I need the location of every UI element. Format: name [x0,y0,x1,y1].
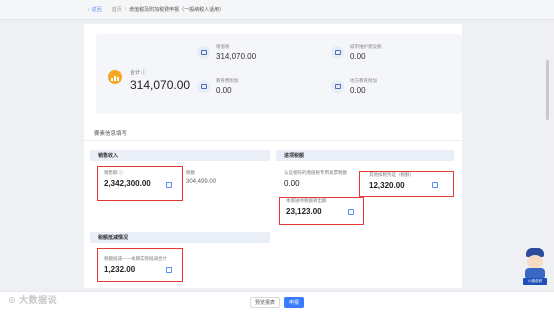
bar-chart-icon [108,70,122,84]
field-value: 304,499.00 [186,179,217,185]
field-label: 税额 [186,170,195,175]
section-title: 要素信息填写 [94,131,128,137]
summary-card: 合计 ⓘ 314,070.00 增值税 314,070.00 城市维护建设税 0… [96,34,462,114]
breadcrumb-current: 增值税及附加税费申报（一般纳税人适用） [129,7,225,13]
field-sales-tax: 税额 304,499.00 [186,170,216,185]
summary-item-education-fee: 教育费附加 0.00 [197,78,239,95]
tax-summary-panel: 合计 ⓘ 314,070.00 增值税 314,070.00 城市维护建设税 0… [84,24,462,120]
group-header-input-tax: 进项税额 [276,150,454,161]
building-icon [331,46,344,59]
total-label: 合计 ⓘ [130,70,147,76]
summary-item-label: 地方教育附加 [350,78,377,83]
summary-item-label: 城市维护建设税 [350,44,382,49]
chevron-left-icon: ‹ [88,6,90,13]
highlight-box-tax-reduction [97,248,183,282]
divider [84,140,462,141]
info-icon[interactable]: ⓘ [141,70,146,76]
highlight-box-transfer-out [279,197,364,225]
mascot-label: 小康说税 [523,278,547,285]
breadcrumb-separator: / [124,6,127,13]
watermark: ⊙ 大数据说 [8,295,58,305]
field-label: 认证相符的增值税专用发票税额 [284,170,347,175]
back-label: 返回 [91,7,102,13]
total-value: 314,070.00 [130,78,191,92]
breadcrumb-home[interactable]: 首页 [112,6,122,13]
submit-declaration-button[interactable]: 申报 [284,297,304,308]
summary-item-value: 0.00 [216,86,232,95]
highlight-box-other-deduction [359,171,454,197]
assistant-mascot[interactable]: 小康说税 [522,248,548,286]
action-bar: 预览报表 申报 [0,291,554,313]
breadcrumb-bar: ‹ 返回 首页 / 增值税及附加税费申报（一般纳税人适用） [0,0,554,20]
graduation-cap-icon [197,80,210,93]
group-header-tax-reduction: 税额抵减情况 [90,232,270,243]
summary-item-value: 0.00 [350,86,366,95]
back-link[interactable]: ‹ 返回 [88,6,102,14]
book-icon [331,80,344,93]
scrollbar-thumb[interactable] [546,60,549,120]
summary-item-value: 0.00 [350,52,366,61]
summary-item-urban-tax: 城市维护建设税 0.00 [331,44,382,61]
mascot-body [525,268,545,278]
group-header-sales: 销售收入 [90,150,270,161]
weibo-icon: ⊙ [8,295,17,305]
summary-item-vat: 增值税 314,070.00 [197,44,256,61]
summary-item-local-education-fee: 地方教育附加 0.00 [331,78,377,95]
highlight-box-sales-amount [97,166,183,201]
summary-item-label: 增值税 [216,44,230,49]
invoice-icon [197,46,210,59]
field-value: 0.00 [284,179,300,188]
field-certified-invoice-tax: 认证相符的增值税专用发票税额 0.00 [284,170,347,188]
preview-report-button[interactable]: 预览报表 [250,297,280,308]
mascot-face [527,255,543,269]
summary-item-label: 教育费附加 [216,78,239,83]
summary-item-value: 314,070.00 [216,52,257,61]
